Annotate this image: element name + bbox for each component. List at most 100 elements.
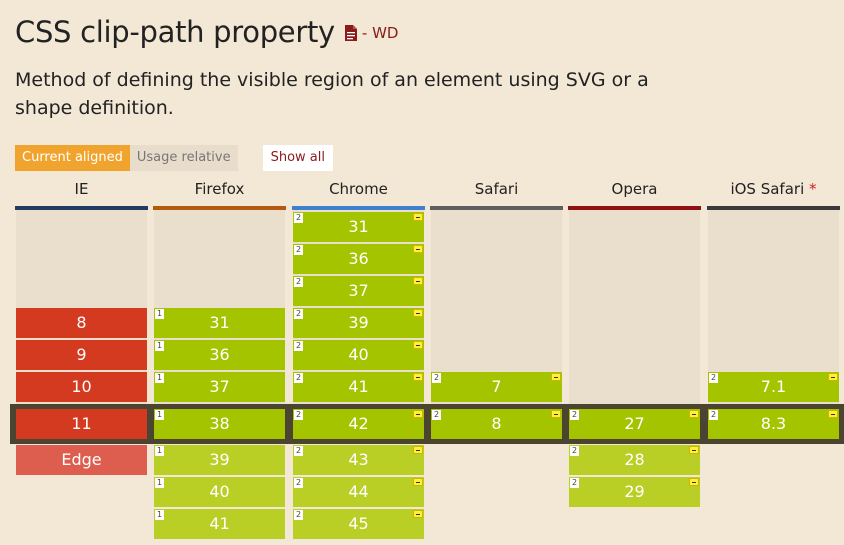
version-label: 8	[76, 313, 87, 332]
prefix-flag-icon	[413, 309, 423, 317]
version-label: 8	[491, 414, 502, 433]
prefix-flag-icon	[689, 446, 699, 454]
title-row: CSS clip-path property - WD	[15, 12, 398, 52]
version-cell[interactable]: 41 2	[293, 372, 424, 402]
version-cell[interactable]: 9	[16, 340, 147, 370]
version-cell[interactable]: 40 2	[293, 340, 424, 370]
document-icon[interactable]	[344, 25, 357, 41]
version-label: 37	[209, 377, 230, 396]
note-number: 2	[294, 410, 303, 420]
version-cell[interactable]: 28 2	[569, 445, 700, 475]
version-cell[interactable]: 31 2	[293, 212, 424, 242]
prefix-flag-icon	[413, 510, 423, 518]
version-label: 45	[348, 514, 369, 533]
version-cell[interactable]: 45 2	[293, 509, 424, 539]
version-cell[interactable]: 82	[431, 409, 562, 439]
note-number: 2	[294, 341, 303, 351]
note-number: 1	[155, 478, 164, 488]
feature-description: Method of defining the visible region of…	[15, 69, 649, 119]
version-label: 40	[209, 482, 230, 501]
version-cell[interactable]: 10	[16, 372, 147, 402]
version-label: 38	[209, 414, 230, 433]
note-number: 2	[432, 410, 441, 420]
version-label: 40	[348, 345, 369, 364]
spec-status[interactable]: - WD	[362, 24, 399, 42]
version-cell[interactable]: 40 1	[154, 477, 285, 507]
version-label: 10	[71, 377, 92, 396]
prefix-flag-icon	[413, 213, 423, 221]
version-label: 37	[348, 281, 369, 300]
version-cell[interactable]: 37 1	[154, 372, 285, 402]
version-cell[interactable]: 41 1	[154, 509, 285, 539]
note-number: 2	[294, 510, 303, 520]
prefix-flag-icon	[828, 410, 838, 418]
version-label: 39	[209, 450, 230, 469]
browser-name: Firefox	[194, 180, 245, 198]
asterisk-note[interactable]: *	[809, 180, 817, 198]
prefix-flag-icon	[413, 446, 423, 454]
version-cell[interactable]: 39 1	[154, 445, 285, 475]
version-label: 11	[71, 414, 92, 433]
note-number: 2	[294, 213, 303, 223]
version-cell[interactable]: 8.3 2	[708, 409, 839, 439]
version-cell[interactable]: Edge	[16, 445, 147, 475]
version-label: 43	[348, 450, 369, 469]
version-cell[interactable]: 37 2	[293, 276, 424, 306]
note-number: 1	[155, 373, 164, 383]
browser-name: IE	[74, 180, 89, 198]
version-cell[interactable]: 72	[431, 372, 562, 402]
version-cell[interactable]: 42 2	[293, 409, 424, 439]
prefix-flag-icon	[551, 373, 561, 381]
note-number: 2	[294, 446, 303, 456]
version-label: 29	[624, 482, 645, 501]
version-label: 31	[348, 217, 369, 236]
usage-relative-button[interactable]: Usage relative	[129, 145, 238, 171]
version-cell[interactable]: 7.1 2	[708, 372, 839, 402]
version-cell[interactable]: 43 2	[293, 445, 424, 475]
version-label: 41	[348, 377, 369, 396]
version-label: 39	[348, 313, 369, 332]
prefix-flag-icon	[551, 410, 561, 418]
prefix-flag-icon	[828, 373, 838, 381]
note-number: 2	[570, 478, 579, 488]
note-number: 2	[294, 478, 303, 488]
browser-name: Opera	[611, 180, 658, 198]
browser-header-opera: Opera	[568, 180, 701, 204]
browser-header-ie: IE	[15, 180, 148, 204]
note-number: 2	[294, 309, 303, 319]
version-label: 31	[209, 313, 230, 332]
version-label: 44	[348, 482, 369, 501]
note-number: 2	[294, 373, 303, 383]
note-number: 2	[709, 410, 718, 420]
version-cell[interactable]: 36 1	[154, 340, 285, 370]
browser-header-ios-safari: iOS Safari *	[707, 180, 840, 204]
note-number: 2	[294, 245, 303, 255]
note-number: 1	[155, 309, 164, 319]
version-label: 28	[624, 450, 645, 469]
note-number: 1	[155, 510, 164, 520]
version-cell[interactable]: 44 2	[293, 477, 424, 507]
show-all-button[interactable]: Show all	[262, 145, 333, 171]
version-cell[interactable]: 38 1	[154, 409, 285, 439]
browser-header-chrome: Chrome	[292, 180, 425, 204]
current-aligned-button[interactable]: Current aligned	[15, 145, 130, 171]
version-cell[interactable]: 29 2	[569, 477, 700, 507]
version-cell[interactable]: 39 2	[293, 308, 424, 338]
version-cell[interactable]: 11	[16, 409, 147, 439]
prefix-flag-icon	[413, 373, 423, 381]
version-cell[interactable]: 31 1	[154, 308, 285, 338]
prefix-flag-icon	[413, 245, 423, 253]
version-cell[interactable]: 27 2	[569, 409, 700, 439]
browser-name: Safari	[474, 180, 519, 198]
version-cell[interactable]: 8	[16, 308, 147, 338]
version-cell[interactable]: 36 2	[293, 244, 424, 274]
note-number: 2	[570, 446, 579, 456]
browser-header-safari: Safari	[430, 180, 563, 204]
version-label: Edge	[61, 450, 102, 469]
note-number: 2	[709, 373, 718, 383]
prefix-flag-icon	[689, 478, 699, 486]
note-number: 2	[570, 410, 579, 420]
column-background	[569, 210, 700, 404]
prefix-flag-icon	[413, 478, 423, 486]
version-label: 42	[348, 414, 369, 433]
